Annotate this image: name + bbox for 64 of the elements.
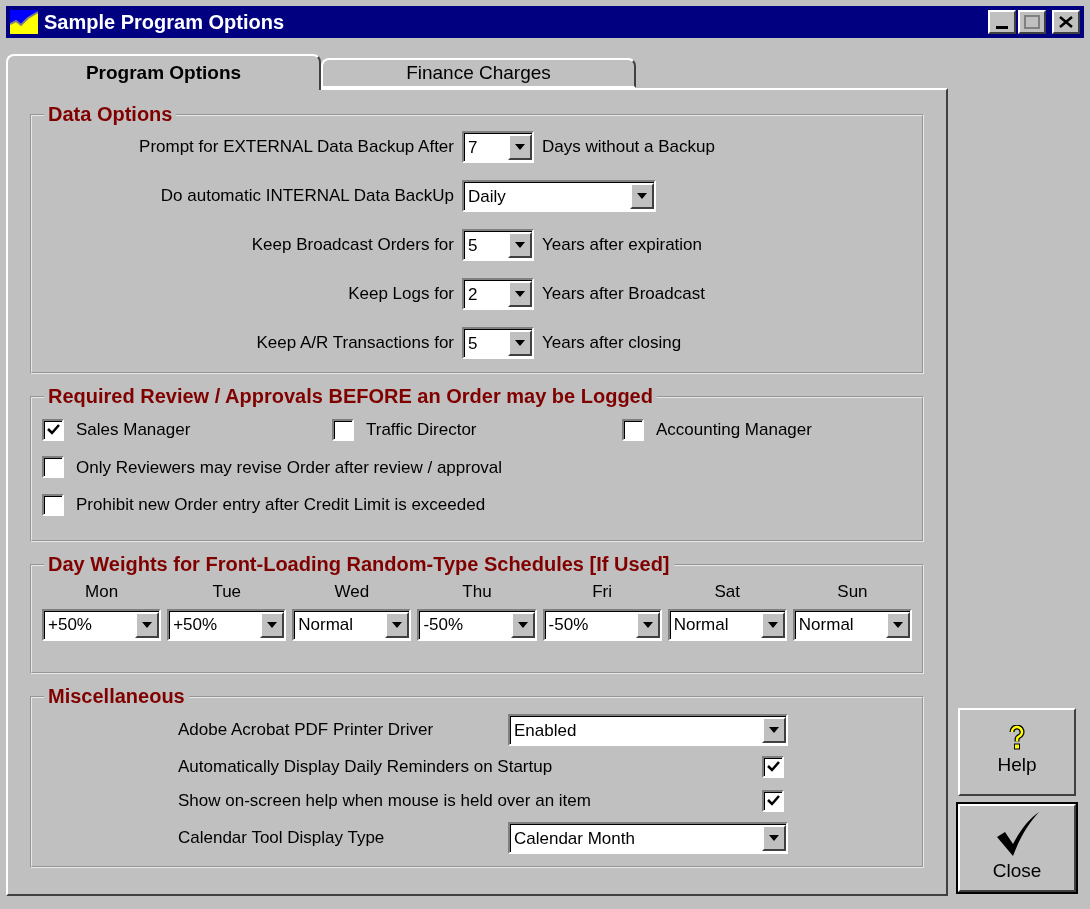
dropdown[interactable]: Enabled [508,714,788,746]
checkbox-label: Traffic Director [366,419,477,441]
checkbox[interactable] [762,790,784,812]
checkbox[interactable] [42,493,64,516]
dropdown[interactable]: -50% [417,608,537,641]
help-button[interactable]: Help [958,708,1076,796]
group-title: Required Review / Approvals BEFORE an Order may be Logged [47,384,654,409]
dropdown[interactable]: Calendar Month [508,822,788,854]
field-label: Prompt for EXTERNAL Data Backup After [138,136,454,159]
day-label: Mon [85,581,119,603]
field-label: Keep A/R Transactions for [255,332,454,355]
checkbox[interactable] [332,418,354,441]
dropdown[interactable]: 7 [462,131,534,163]
checkbox-label: Accounting Manager [656,419,812,441]
group-title: Day Weights for Front-Loading Random-Type Schedules [If Used] [47,552,671,577]
option-label: Show on-screen help when mouse is held over an item [178,790,592,813]
checkbox[interactable] [42,456,64,479]
close-button[interactable] [1052,10,1080,34]
window-title: Sample Program Options [44,10,286,35]
dropdown[interactable]: Daily [462,180,656,212]
field-label: Do automatic INTERNAL Data BackUp [159,185,454,208]
chart-icon [10,10,38,34]
tab[interactable]: Program Options [6,54,321,90]
option-label: Calendar Tool Display Type [178,827,386,850]
day-label: Thu [462,581,492,603]
dropdown[interactable]: 2 [462,278,534,310]
group-title: Miscellaneous [47,684,186,709]
dropdown[interactable]: 5 [462,229,534,261]
minimize-button[interactable] [988,10,1016,34]
checkbox-label: Sales Manager [76,419,191,441]
field-suffix: Days without a Backup [542,136,715,159]
dropdown[interactable]: -50% [542,608,662,641]
maximize-button[interactable] [1018,10,1046,34]
dropdown[interactable]: Normal [292,608,412,641]
dropdown[interactable]: +50% [167,608,287,641]
field-suffix: Years after expiration [542,234,703,257]
field-label: Keep Logs for [347,283,454,306]
day-label: Sun [837,581,868,603]
field-suffix: Years after closing [542,332,682,355]
checkbox-label: Only Reviewers may revise Order after review / approval [76,456,503,479]
option-label: Adobe Acrobat PDF Printer Driver [178,719,435,742]
check-icon [46,423,60,436]
dropdown[interactable]: Normal [667,608,787,641]
field-label: Keep Broadcast Orders for [250,234,454,257]
checkbox[interactable] [762,756,784,778]
tab[interactable]: Finance Charges [321,58,636,88]
dropdown[interactable]: Normal [792,608,912,641]
day-label: Fri [592,581,613,603]
field-suffix: Years after Broadcast [542,283,705,306]
group-title: Data Options [47,102,174,127]
dropdown[interactable]: +50% [42,608,162,641]
checkbox[interactable] [622,418,644,441]
check-icon [766,761,780,773]
checkbox-label: Prohibit new Order entry after Credit Limit is exceeded [76,494,486,516]
close-icon [1059,16,1073,28]
close-dialog-button[interactable]: Close [958,804,1076,892]
check-icon [766,795,780,807]
dropdown[interactable]: 5 [462,327,534,359]
option-label: Automatically Display Daily Reminders on Startup [178,756,554,779]
question-mark-icon [1009,724,1025,751]
checkbox[interactable] [42,418,64,441]
day-label: Tue [212,581,242,603]
day-label: Sat [714,581,741,603]
day-label: Wed [334,581,370,603]
